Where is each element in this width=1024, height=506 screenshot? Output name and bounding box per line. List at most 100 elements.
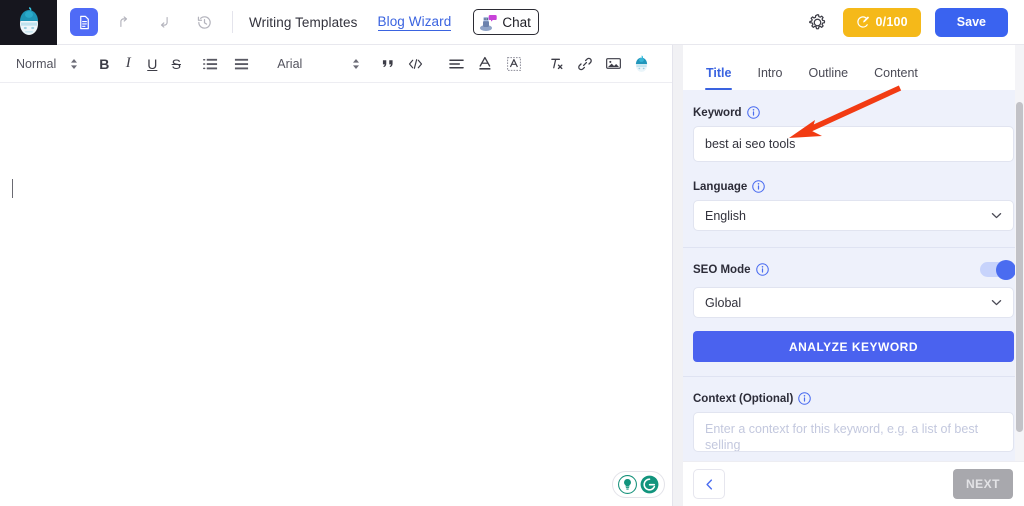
context-label: Context (Optional) bbox=[693, 392, 794, 405]
context-label-row: Context (Optional) bbox=[693, 392, 1014, 405]
panel-tabs: Title Intro Outline Content bbox=[683, 45, 1024, 90]
undo-button[interactable] bbox=[110, 8, 138, 36]
bold-button[interactable]: B bbox=[93, 51, 115, 77]
settings-button[interactable] bbox=[807, 11, 829, 33]
grammarly-bulb-icon bbox=[618, 475, 637, 494]
keyword-label-row: Keyword bbox=[693, 106, 1014, 119]
clear-formatting-button[interactable] bbox=[546, 51, 568, 77]
blockquote-icon bbox=[382, 59, 393, 67]
seo-mode-row: SEO Mode bbox=[693, 259, 1016, 280]
tab-outline[interactable]: Outline bbox=[796, 66, 862, 90]
save-button-label: Save bbox=[956, 15, 986, 29]
analyze-keyword-button[interactable]: ANALYZE KEYWORD bbox=[693, 331, 1014, 362]
text-caret bbox=[12, 179, 14, 198]
bullet-list-icon bbox=[234, 58, 248, 69]
updown-caret-icon bbox=[70, 58, 78, 70]
scrollbar-thumb[interactable] bbox=[1016, 102, 1023, 432]
code-button[interactable] bbox=[404, 51, 426, 77]
language-label: Language bbox=[693, 180, 748, 193]
tab-title[interactable]: Title bbox=[693, 66, 744, 90]
save-button[interactable]: Save bbox=[934, 7, 1008, 37]
align-button[interactable] bbox=[445, 51, 467, 77]
topbar-right-group: 0/100 Save bbox=[807, 7, 1024, 37]
next-button-label: NEXT bbox=[965, 477, 1000, 491]
chat-button-label: Chat bbox=[502, 14, 531, 30]
blog-wizard-panel: Title Intro Outline Content Keyword best… bbox=[683, 45, 1024, 506]
keyword-section: Keyword best ai seo tools bbox=[683, 90, 1024, 166]
text-color-button[interactable] bbox=[474, 51, 496, 77]
robot-mascot-logo-icon bbox=[19, 7, 38, 35]
align-left-icon bbox=[449, 59, 464, 68]
seo-mode-section: SEO Mode Global ANALYZE KEYWORD bbox=[683, 247, 1024, 376]
grammarly-logo-icon bbox=[640, 475, 659, 494]
toolbar-divider bbox=[232, 11, 233, 33]
updown-caret-icon bbox=[352, 58, 360, 70]
blockquote-button[interactable] bbox=[377, 51, 399, 77]
paragraph-style-select[interactable]: Normal bbox=[10, 57, 82, 71]
keyword-value: best ai seo tools bbox=[705, 137, 796, 151]
tab-content[interactable]: Content bbox=[861, 66, 931, 90]
context-textarea[interactable]: Enter a context for this keyword, e.g. a… bbox=[693, 412, 1014, 452]
paragraph-style-value: Normal bbox=[16, 56, 57, 71]
document-icon bbox=[79, 15, 89, 29]
history-clock-icon bbox=[197, 15, 211, 29]
image-button[interactable] bbox=[602, 51, 624, 77]
link-button[interactable] bbox=[574, 51, 596, 77]
formatting-toolbar: Normal B I U S Arial bbox=[0, 45, 672, 83]
editor-actions-group bbox=[57, 8, 218, 36]
ordered-list-button[interactable] bbox=[199, 51, 221, 77]
text-color-icon bbox=[479, 56, 491, 70]
edit-gauge-icon bbox=[856, 16, 869, 28]
info-icon[interactable] bbox=[752, 180, 766, 193]
ai-assistant-button[interactable] bbox=[630, 51, 652, 77]
seo-scope-value: Global bbox=[705, 295, 742, 310]
writing-templates-link[interactable]: Writing Templates bbox=[249, 15, 358, 30]
credits-label: 0/100 bbox=[875, 15, 908, 29]
redo-arrow-icon bbox=[160, 16, 168, 28]
document-button[interactable] bbox=[70, 8, 98, 36]
chat-button[interactable]: Chat bbox=[473, 9, 539, 35]
document-body[interactable] bbox=[0, 83, 672, 506]
back-button[interactable] bbox=[693, 469, 725, 499]
panel-scroll-area: Keyword best ai seo tools Language Engli… bbox=[683, 90, 1024, 506]
next-button[interactable]: NEXT bbox=[952, 469, 1013, 499]
ordered-list-icon bbox=[202, 58, 217, 69]
strikethrough-button[interactable]: S bbox=[165, 51, 187, 77]
editor-pane: Normal B I U S Arial bbox=[0, 45, 673, 506]
language-section: Language English bbox=[683, 166, 1024, 247]
context-section: Context (Optional) Enter a context for t… bbox=[683, 376, 1024, 462]
language-label-row: Language bbox=[693, 180, 1014, 193]
image-icon bbox=[605, 58, 621, 69]
keyword-input[interactable]: best ai seo tools bbox=[693, 126, 1014, 162]
link-icon bbox=[578, 57, 593, 70]
panel-scrollbar[interactable] bbox=[1015, 45, 1024, 506]
gear-icon bbox=[809, 13, 826, 29]
undo-arrow-icon bbox=[120, 16, 128, 28]
language-value: English bbox=[705, 208, 746, 223]
seo-mode-label-row: SEO Mode bbox=[693, 263, 769, 276]
seo-scope-select[interactable]: Global bbox=[693, 287, 1014, 318]
chevron-down-icon bbox=[991, 212, 1002, 219]
highlight-icon bbox=[507, 56, 522, 71]
grammarly-widget[interactable] bbox=[612, 471, 665, 498]
history-button[interactable] bbox=[190, 8, 218, 36]
seo-mode-toggle[interactable] bbox=[980, 259, 1016, 280]
underline-button[interactable]: U bbox=[141, 51, 163, 77]
app-logo[interactable] bbox=[0, 0, 57, 45]
credits-badge[interactable]: 0/100 bbox=[842, 7, 921, 37]
info-icon[interactable] bbox=[746, 106, 760, 119]
app-root: Writing Templates Blog Wizard Chat 0/100… bbox=[0, 0, 1024, 506]
ai-mascot-icon bbox=[635, 55, 647, 72]
info-icon[interactable] bbox=[755, 263, 769, 276]
italic-button[interactable]: I bbox=[117, 51, 139, 77]
clear-formatting-icon bbox=[551, 58, 563, 69]
tab-intro[interactable]: Intro bbox=[744, 66, 795, 90]
highlight-button[interactable] bbox=[503, 51, 525, 77]
blog-wizard-link[interactable]: Blog Wizard bbox=[377, 14, 452, 31]
language-select[interactable]: English bbox=[693, 200, 1014, 231]
info-icon[interactable] bbox=[798, 392, 812, 405]
font-family-select[interactable]: Arial bbox=[263, 57, 364, 71]
font-family-value: Arial bbox=[277, 56, 303, 71]
redo-button[interactable] bbox=[150, 8, 178, 36]
bullet-list-button[interactable] bbox=[230, 51, 252, 77]
